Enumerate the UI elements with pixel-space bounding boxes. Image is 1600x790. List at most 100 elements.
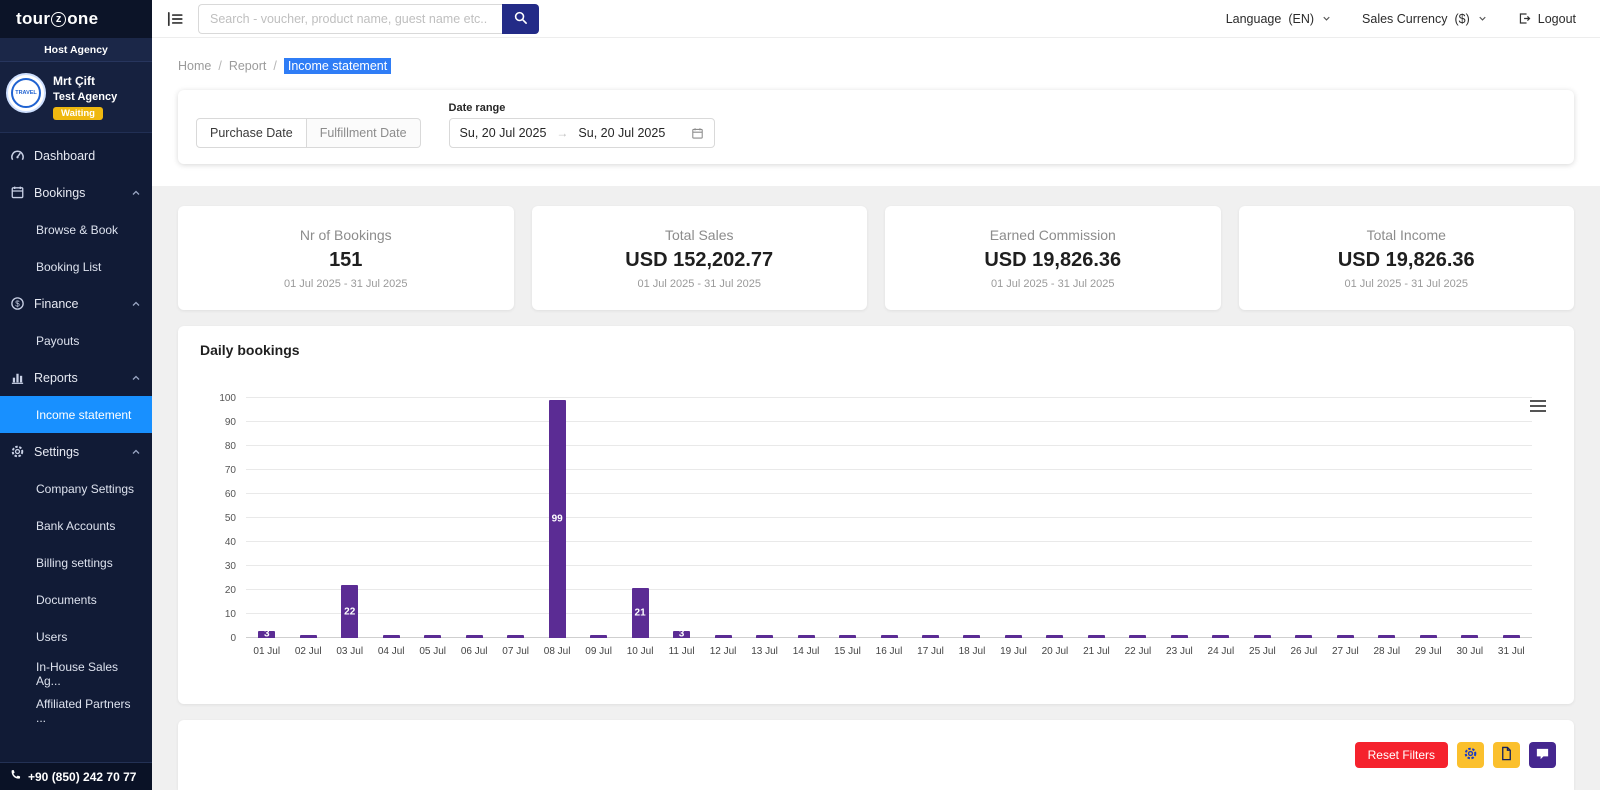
phone-icon [9,769,22,785]
bar-value-label: 3 [263,628,270,640]
bar-03-jul[interactable]: 22 [341,585,359,638]
bar-31-jul[interactable] [1502,635,1520,638]
sidebar-item-documents[interactable]: Documents [0,581,152,618]
stat-value: USD 19,826.36 [1337,248,1475,271]
bar-04-jul[interactable] [382,635,400,638]
bar-cell [453,398,494,638]
sidebar-item-bookings[interactable]: Bookings [0,174,152,211]
sidebar-item-dashboard[interactable]: Dashboard [0,137,152,174]
stat-value: USD 19,826.36 [984,248,1122,271]
bar-19-jul[interactable] [1004,635,1022,638]
y-axis-tick: 90 [224,417,236,428]
bar-06-jul[interactable] [465,635,483,638]
x-axis-tick: 08 Jul [543,646,571,657]
bar-cell [578,398,619,638]
date-from[interactable]: Su, 20 Jul 2025 [460,126,547,140]
currency-label: Sales Currency [1362,11,1448,26]
bar-16-jul[interactable] [880,635,898,638]
sidebar-item-billing-settings[interactable]: Billing settings [0,544,152,581]
x-axis-tick: 28 Jul [1373,646,1401,657]
bar-12-jul[interactable] [714,635,732,638]
bar-27-jul[interactable] [1336,635,1354,638]
sidebar-item-bank-accounts[interactable]: Bank Accounts [0,507,152,544]
bar-21-jul[interactable] [1087,635,1105,638]
chart-context-menu-icon[interactable] [1530,400,1546,412]
breadcrumb-item-income-statement[interactable]: Income statement [283,58,392,74]
bar-cell [951,398,992,638]
bar-07-jul[interactable] [507,635,525,638]
sidebar-item-income-statement[interactable]: Income statement [0,396,152,433]
sidebar-item-affiliated-partners[interactable]: Affiliated Partners ... [0,692,152,729]
sidebar-item-reports[interactable]: Reports [0,359,152,396]
currency-selector[interactable]: Sales Currency ($) [1362,12,1488,26]
x-axis-tick: 14 Jul [792,646,820,657]
stat-title: Total Income [1366,226,1446,243]
sidebar-item-browse-book[interactable]: Browse & Book [0,211,152,248]
sidebar-item-payouts[interactable]: Payouts [0,322,152,359]
bar-value-label: 21 [634,607,646,619]
stat-period: 01 Jul 2025 - 31 Jul 2025 [990,277,1115,290]
bar-26-jul[interactable] [1295,635,1313,638]
bar-cell [1491,398,1532,638]
bar-11-jul[interactable]: 3 [673,629,691,640]
support-phone[interactable]: +90 (850) 242 70 77 [0,762,152,790]
sidebar-item-label: Booking List [36,259,102,274]
logout-button[interactable]: Logout [1518,12,1576,26]
sidebar-item-settings[interactable]: Settings [0,433,152,470]
x-axis-tick: 18 Jul [958,646,986,657]
y-axis-tick: 20 [224,585,236,596]
sidebar-item-finance[interactable]: $ Finance [0,285,152,322]
search-button[interactable] [502,3,539,34]
bar-01-jul[interactable]: 3 [258,628,276,640]
bar-cell [1325,398,1366,638]
y-axis-tick: 80 [224,441,236,452]
bar-02-jul[interactable] [299,635,317,638]
bar-14-jul[interactable] [797,635,815,638]
calendar-icon [691,127,704,140]
breadcrumb-item-report[interactable]: Report [229,59,267,73]
sidebar-item-users[interactable]: Users [0,618,152,655]
bar-30-jul[interactable] [1461,635,1479,638]
table-settings-button[interactable] [1457,742,1484,768]
bar-29-jul[interactable] [1419,635,1437,638]
bar-24-jul[interactable] [1212,635,1230,638]
purchase-date-button[interactable]: Purchase Date [196,118,307,148]
bar-09-jul[interactable] [590,635,608,638]
bar-10-jul[interactable]: 21 [631,587,649,638]
bar-value-label: 99 [551,513,563,525]
bar-05-jul[interactable] [424,635,442,638]
x-axis-tick: 23 Jul [1166,646,1193,657]
date-to[interactable]: Su, 20 Jul 2025 [578,126,665,140]
bar-18-jul[interactable] [963,635,981,638]
x-axis-tick: 31 Jul [1497,646,1525,657]
sidebar-item-company-settings[interactable]: Company Settings [0,470,152,507]
sidebar-item-booking-list[interactable]: Booking List [0,248,152,285]
x-axis-tick: 26 Jul [1290,646,1318,657]
sidebar-item-in-house-sales-ag[interactable]: In-House Sales Ag... [0,655,152,692]
bar-17-jul[interactable] [921,635,939,638]
bar-22-jul[interactable] [1129,635,1147,638]
date-range-picker[interactable]: Su, 20 Jul 2025 → Su, 20 Jul 2025 [448,118,715,148]
chat-icon [1535,746,1550,764]
x-axis-tick: 30 Jul [1456,646,1484,657]
bar-08-jul[interactable]: 99 [548,400,566,638]
logo-text-post: one [67,9,99,28]
logo-ring: z [51,11,67,27]
bar-25-jul[interactable] [1253,635,1271,638]
help-chat-button[interactable] [1529,742,1556,768]
language-selector[interactable]: Language (EN) [1226,12,1332,26]
reset-filters-button[interactable]: Reset Filters [1354,742,1448,768]
user-profile[interactable]: TRAVEL Mrt Çift Test Agency Waiting [0,62,152,133]
bar-20-jul[interactable] [1046,635,1064,638]
x-axis-tick: 21 Jul [1083,646,1110,657]
bar-13-jul[interactable] [756,635,774,638]
search-input[interactable] [198,3,502,34]
bar-15-jul[interactable] [839,635,857,638]
breadcrumb-item-home[interactable]: Home [178,59,211,73]
export-button[interactable] [1493,742,1520,768]
bar-cell [1449,398,1490,638]
bar-23-jul[interactable] [1170,635,1188,638]
fulfillment-date-button[interactable]: Fulfillment Date [306,118,421,148]
sidebar-collapse-icon[interactable] [166,10,184,28]
bar-28-jul[interactable] [1378,635,1396,638]
